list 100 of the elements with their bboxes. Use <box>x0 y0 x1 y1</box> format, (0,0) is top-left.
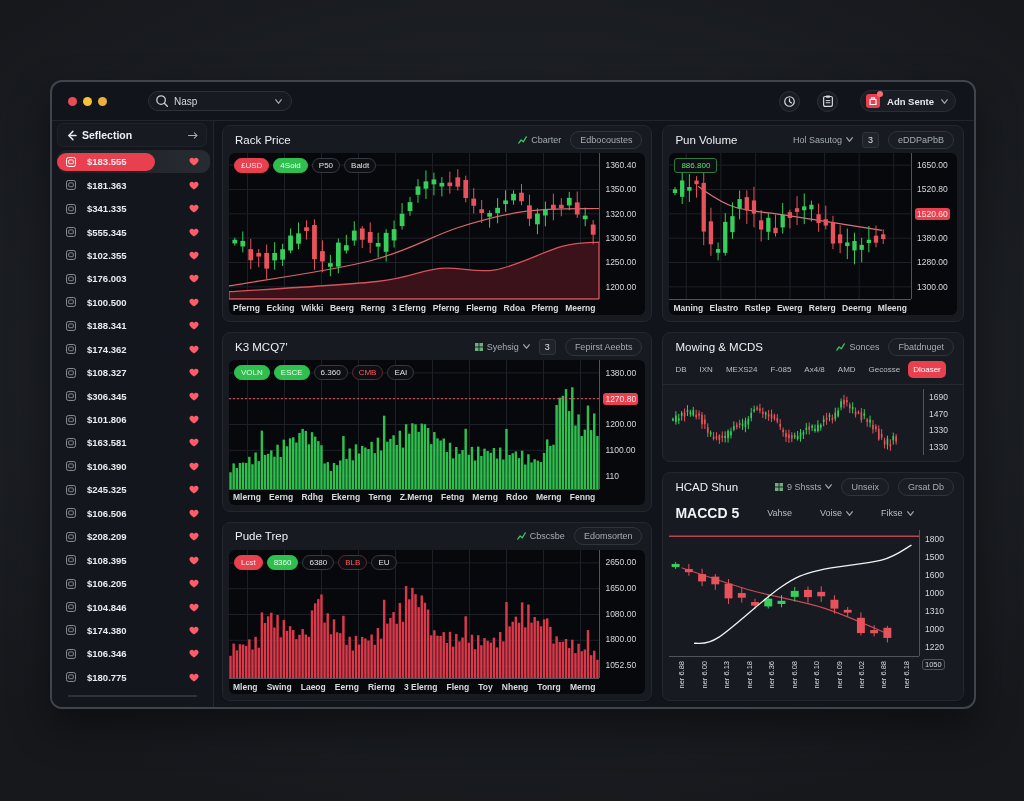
action-button[interactable]: Edomsorten <box>573 527 643 545</box>
close-button[interactable] <box>68 96 77 106</box>
sidebar-item[interactable]: $555.345 <box>57 223 155 242</box>
axis-label: 1600 <box>924 569 945 581</box>
dropdown-button[interactable]: Fikse <box>881 508 914 518</box>
dropdown-button[interactable]: Hol Sasutog <box>792 134 853 145</box>
candle <box>328 254 333 277</box>
sidebar-item[interactable]: $106.205 <box>57 574 155 593</box>
filter-chip[interactable]: BLB <box>338 554 368 570</box>
candle <box>471 187 477 214</box>
clock-button[interactable] <box>779 90 800 112</box>
sidebar-item[interactable]: $101.806 <box>57 410 155 429</box>
tab[interactable]: IXN <box>694 361 718 378</box>
axis-label: 1000 <box>924 623 945 635</box>
action-button[interactable]: Edbocoustes <box>570 130 643 149</box>
tab[interactable]: Gecosse <box>863 361 906 378</box>
axis-label: 110 <box>604 469 620 482</box>
tab[interactable]: DB <box>670 361 692 378</box>
filter-chip[interactable]: £USD <box>234 158 270 173</box>
sidebar-item[interactable]: $108.327 <box>57 363 155 382</box>
sidebar-item[interactable]: $174.362 <box>57 340 155 359</box>
action-button[interactable]: Unseix <box>841 477 889 496</box>
sidebar-item[interactable]: $106.346 <box>57 644 155 663</box>
option-button[interactable]: Vahse <box>767 508 793 518</box>
candle <box>543 201 548 227</box>
search-field[interactable]: Nasp <box>148 91 292 111</box>
axis-label: Rdoo <box>506 492 528 502</box>
sidebar-item[interactable]: $181.363 <box>57 176 155 195</box>
candle <box>687 173 692 203</box>
sidebar-item[interactable]: $104.846 <box>57 598 155 617</box>
tab[interactable]: Dloaser <box>908 361 946 378</box>
sidebar-item[interactable]: $108.395 <box>57 551 155 570</box>
filter-chip[interactable]: 886.800 <box>674 158 718 173</box>
clipboard-button[interactable] <box>817 90 838 112</box>
filter-chip[interactable]: P50 <box>311 158 341 173</box>
sidebar-item[interactable]: $106.506 <box>57 504 155 523</box>
toolbar-link[interactable]: Cbarter <box>518 134 562 145</box>
action-button[interactable]: eDDPaPbB <box>887 130 954 149</box>
user-menu-button[interactable]: Adn Sente <box>860 90 956 112</box>
toolbar-link[interactable]: Sonces <box>836 341 880 352</box>
sidebar-item[interactable]: $100.500 <box>57 293 155 312</box>
heart-icon <box>189 602 199 612</box>
filter-chip[interactable]: 6380 <box>302 554 335 570</box>
sidebar-item[interactable]: $163.581 <box>57 433 155 452</box>
candle <box>824 205 829 230</box>
candle <box>280 243 285 267</box>
tab[interactable]: AMD <box>832 361 861 378</box>
sidebar-item[interactable]: $176.003 <box>57 269 155 288</box>
dropdown-button[interactable]: Syehsig <box>474 341 530 352</box>
candle <box>745 189 750 225</box>
axis-label: Eerng <box>269 492 294 502</box>
candle <box>359 225 365 249</box>
axis-label: 1350.00 <box>604 183 638 196</box>
axis-label: Merng <box>569 681 596 692</box>
axis-label: 1650.00 <box>916 159 949 172</box>
sidebar-item[interactable]: $341.335 <box>57 199 155 218</box>
candle <box>830 594 839 615</box>
axis-label: Fleng <box>446 681 470 692</box>
sidebar-item[interactable]: $208.209 <box>57 527 155 546</box>
zoom-button[interactable] <box>98 96 107 106</box>
dropdown-button[interactable]: Voise <box>820 508 854 518</box>
number-button[interactable]: 3 <box>538 338 556 355</box>
sidebar-item[interactable]: $188.341 <box>57 316 155 335</box>
filter-chip[interactable]: EU <box>371 554 397 570</box>
action-button[interactable]: Fepirst Aeebts <box>564 337 643 356</box>
toolbar-link[interactable]: Cbscsbe <box>516 531 565 541</box>
sidebar-item[interactable]: $102.355 <box>57 246 155 265</box>
sidebar-item[interactable]: $180.775 <box>57 668 155 687</box>
grid-icon <box>474 342 483 351</box>
candle <box>791 586 800 603</box>
axis-label: Laeog <box>300 681 326 692</box>
price-tag: 1270.80 <box>603 392 639 405</box>
filter-chip[interactable]: CMB <box>351 365 384 380</box>
axis-label: 1380.00 <box>916 232 949 245</box>
heart-icon <box>189 415 199 425</box>
action-button[interactable]: Fbatdnuget <box>888 337 954 356</box>
filter-chip[interactable]: Lcst <box>234 554 263 570</box>
tab[interactable]: Ax4/8 <box>799 361 830 378</box>
tab[interactable]: F-085 <box>765 361 797 378</box>
tab[interactable]: MEXS24 <box>720 361 763 378</box>
candle <box>240 230 246 253</box>
filter-chip[interactable]: EAI <box>387 365 415 380</box>
candle <box>844 606 853 617</box>
action-button[interactable]: Grsat Db <box>898 477 954 496</box>
sidebar-item[interactable]: $306.345 <box>57 387 155 406</box>
sidebar-item[interactable]: $106.390 <box>57 457 155 476</box>
sidebar-item[interactable]: $174.380 <box>57 621 155 640</box>
candle <box>558 197 564 217</box>
candle <box>439 176 445 197</box>
sidebar-item[interactable]: $245.325 <box>57 480 155 499</box>
filter-chip[interactable]: Baldt <box>344 158 377 173</box>
heart-icon <box>189 204 199 214</box>
dropdown-button[interactable]: 9 Shssts <box>774 481 833 492</box>
axis-label: 1100.00 <box>604 443 637 456</box>
filter-chip[interactable]: 6.360 <box>313 365 348 380</box>
heart-icon <box>189 438 199 448</box>
candle <box>519 183 524 206</box>
axis-label: 1470 <box>928 407 949 420</box>
minimize-button[interactable] <box>83 96 92 106</box>
number-button[interactable]: 3 <box>861 131 879 148</box>
